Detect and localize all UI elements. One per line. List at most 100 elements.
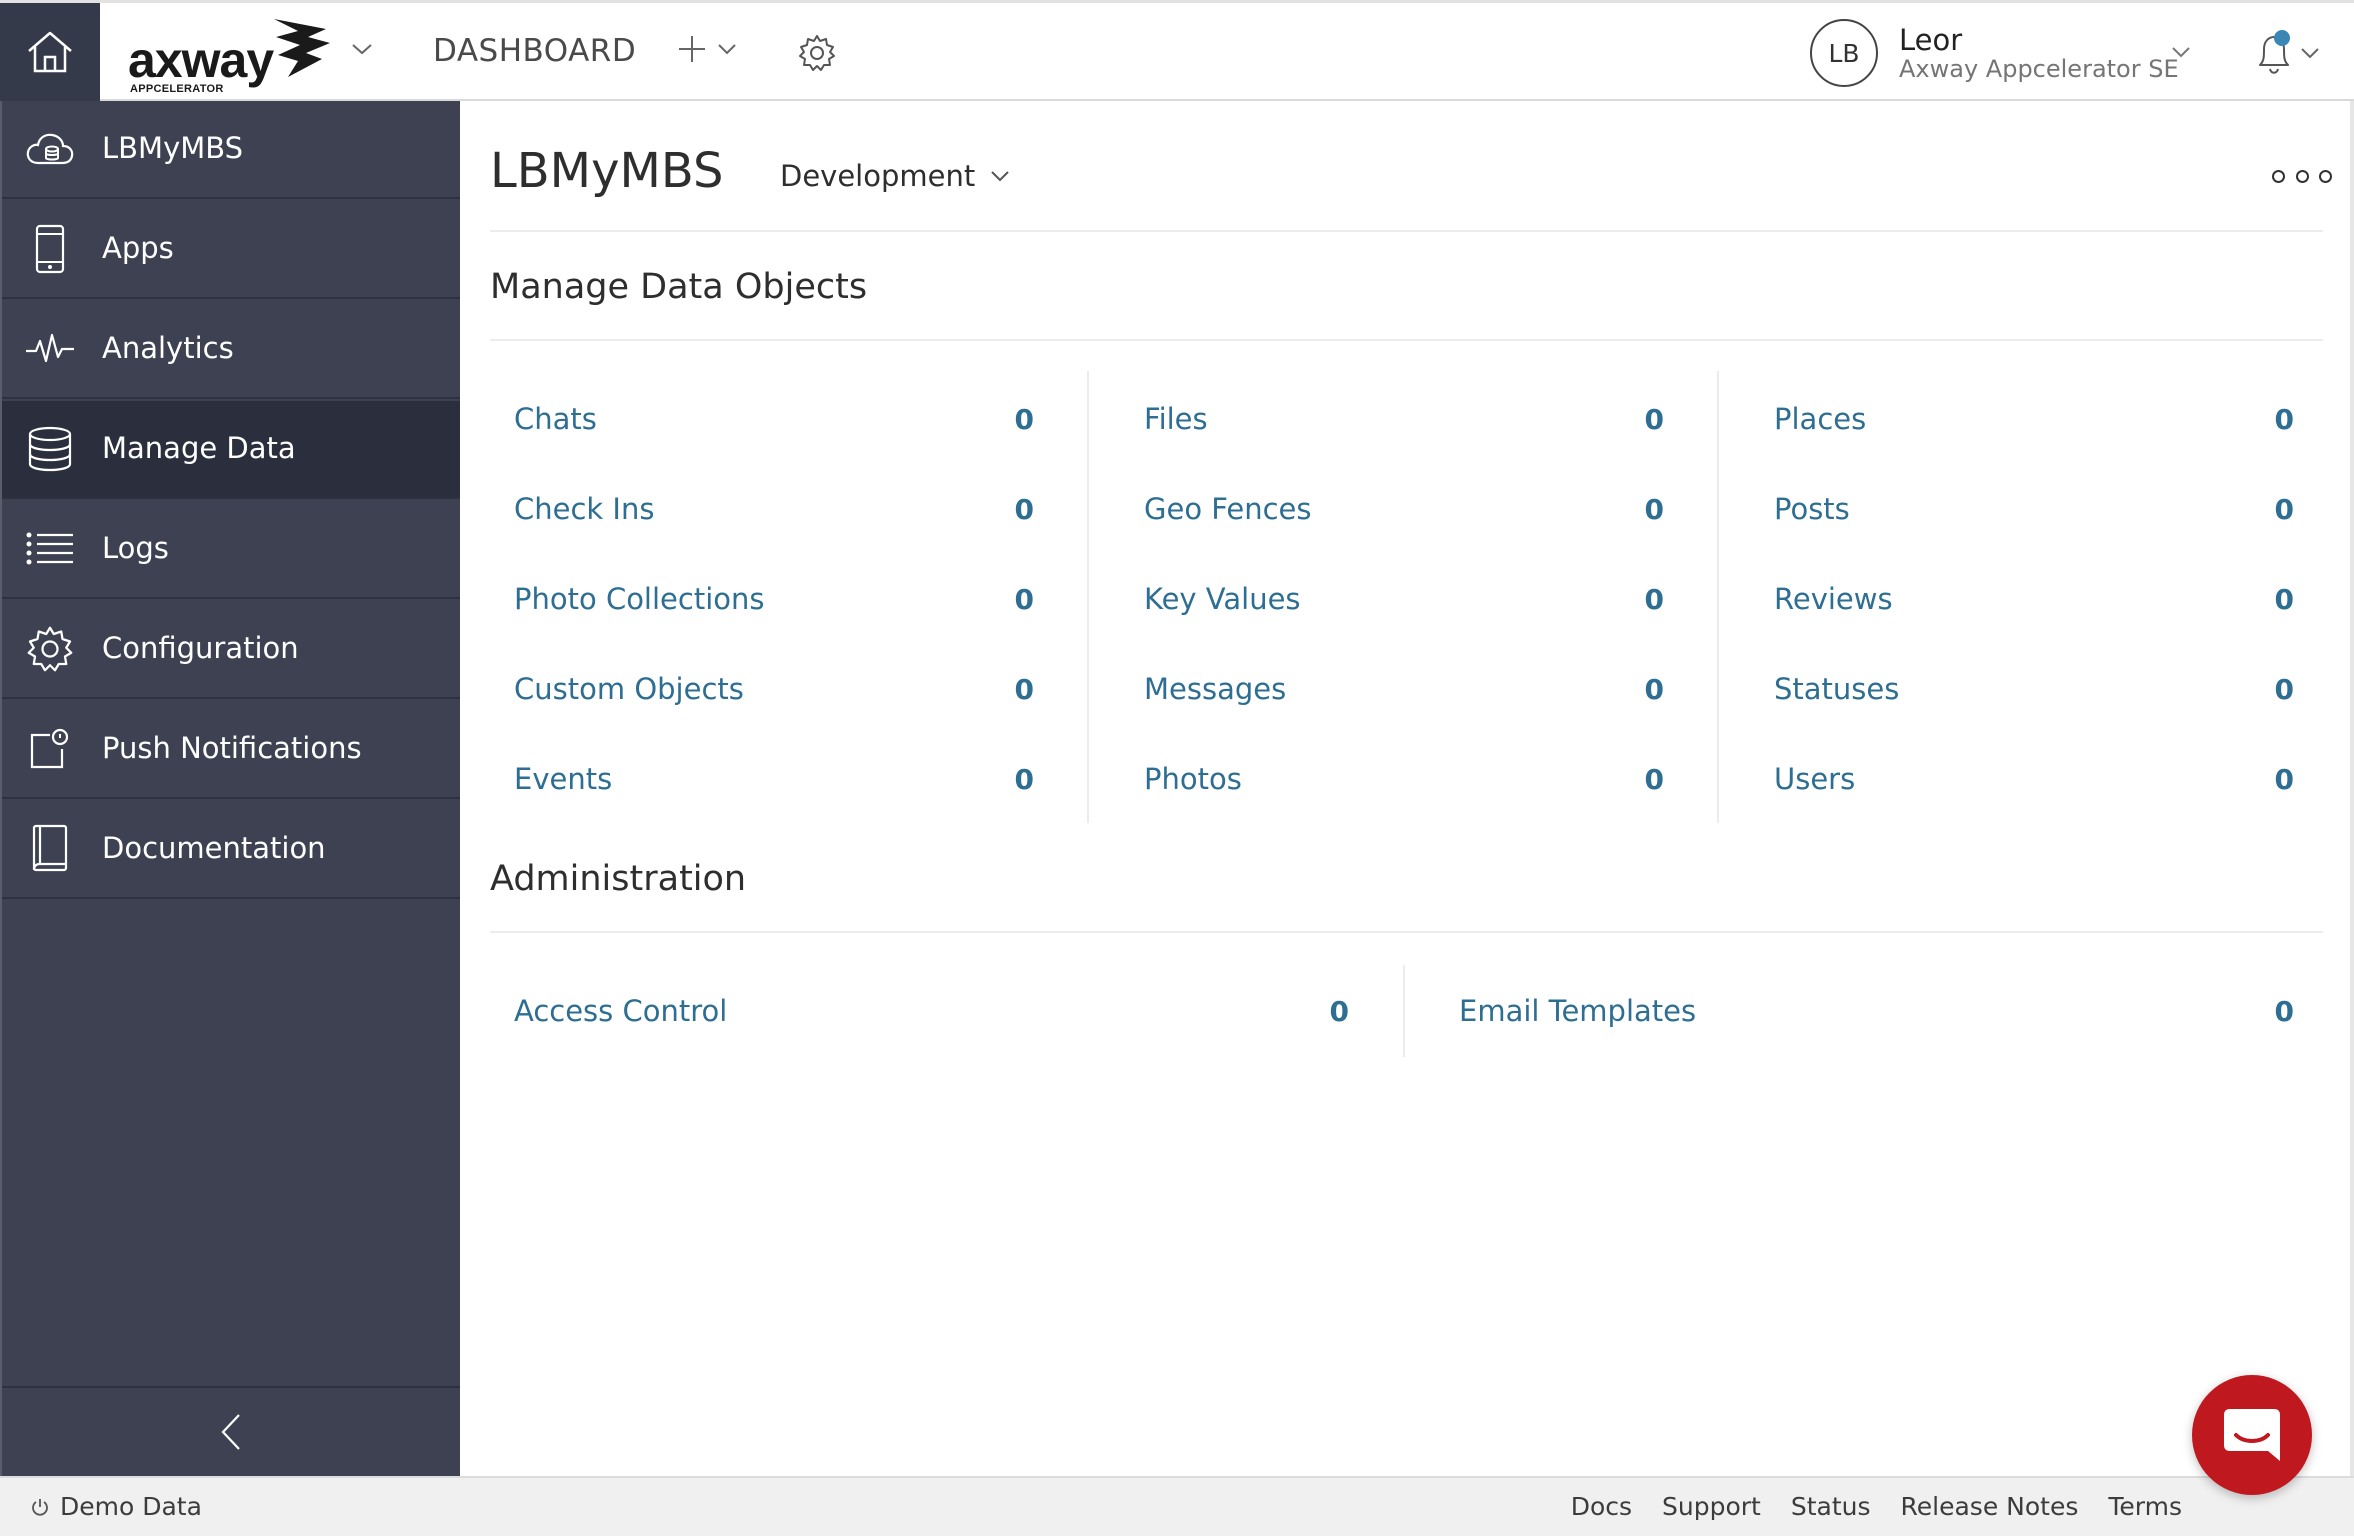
user-org: Axway Appcelerator SE [1899,55,2179,83]
sidebar-item-manage-data[interactable]: Manage Data [2,401,460,499]
scrollbar-track[interactable] [2350,101,2354,1476]
chevron-down-icon[interactable] [350,41,374,57]
data-object-count: 0 [2274,672,2294,706]
data-object-count: 0 [2274,582,2294,616]
administration-link[interactable]: Email Templates [1459,994,1696,1028]
sidebar-item-apps[interactable]: Apps [2,201,460,299]
sidebar-item-label: Analytics [102,331,234,365]
main-content: LBMyMBS Development Manage Data Objects … [460,101,2354,1476]
administration-link[interactable]: Access Control [514,994,727,1028]
home-icon [28,31,72,73]
sidebar-item-analytics[interactable]: Analytics [2,301,460,399]
data-object-link[interactable]: Reviews [1774,582,1893,616]
push-notification-icon [22,721,78,777]
footer: Demo Data Docs Support Status Release No… [0,1476,2354,1536]
data-object-row[interactable]: Photo Collections 0 [514,579,1034,619]
data-object-link[interactable]: Users [1774,762,1855,796]
data-object-row[interactable]: Events 0 [514,759,1034,799]
section-title-administration: Administration [490,859,747,899]
section-title-data-objects: Manage Data Objects [490,267,868,307]
data-object-row[interactable]: Places 0 [1774,399,2294,439]
logo-subtext: APPCELERATOR [130,83,224,95]
environment-value: Development [780,159,976,193]
data-object-link[interactable]: Chats [514,402,597,436]
data-object-count: 0 [2274,492,2294,526]
data-object-row[interactable]: Statuses 0 [1774,669,2294,709]
data-object-link[interactable]: Key Values [1144,582,1301,616]
administration-row[interactable]: Access Control 0 [514,991,1349,1031]
data-objects-column-1: Chats 0 Check Ins 0 Photo Collections 0 … [514,399,1034,819]
demo-data-toggle[interactable]: Demo Data [30,1492,202,1521]
axway-logo[interactable]: axway APPCELERATOR [128,13,348,97]
administration-row[interactable]: Email Templates 0 [1459,991,2294,1031]
administration-count: 0 [2274,994,2294,1028]
sidebar-item-label: Manage Data [102,431,296,465]
data-object-count: 0 [1644,672,1664,706]
environment-select[interactable]: Development [780,159,1011,193]
cloud-database-icon [22,121,78,177]
footer-link-release-notes[interactable]: Release Notes [1901,1492,2079,1521]
data-object-row[interactable]: Files 0 [1144,399,1664,439]
data-object-link[interactable]: Posts [1774,492,1850,526]
data-object-link[interactable]: Geo Fences [1144,492,1312,526]
sidebar-item-label: LBMyMBS [102,131,244,165]
bell-icon [2259,30,2319,74]
user-name: Leor [1899,23,1963,57]
column-divider [1087,371,1089,823]
gear-icon [799,35,835,71]
data-objects-column-2: Files 0 Geo Fences 0 Key Values 0 Messag… [1144,399,1664,819]
notifications-button[interactable] [2252,29,2326,79]
data-object-link[interactable]: Photo Collections [514,582,765,616]
data-object-row[interactable]: Reviews 0 [1774,579,2294,619]
data-object-row[interactable]: Chats 0 [514,399,1034,439]
data-object-row[interactable]: Custom Objects 0 [514,669,1034,709]
demo-data-label: Demo Data [60,1492,202,1521]
data-object-link[interactable]: Messages [1144,672,1286,706]
chevron-left-icon [221,1414,240,1450]
chat-button[interactable] [2192,1375,2312,1495]
sidebar-item-logs[interactable]: Logs [2,501,460,599]
data-object-row[interactable]: Key Values 0 [1144,579,1664,619]
data-object-row[interactable]: Geo Fences 0 [1144,489,1664,529]
user-menu[interactable]: LB Leor Axway Appcelerator SE [1810,17,2190,91]
administration-column-1: Access Control 0 [514,991,1349,1031]
data-object-link[interactable]: Check Ins [514,492,654,526]
sidebar-item-push-notifications[interactable]: Push Notifications [2,701,460,799]
settings-button[interactable] [797,33,837,77]
footer-link-docs[interactable]: Docs [1571,1492,1632,1521]
axway-logo-mark-icon [274,19,330,77]
sidebar-item-configuration[interactable]: Configuration [2,601,460,699]
data-object-row[interactable]: Check Ins 0 [514,489,1034,529]
data-object-row[interactable]: Posts 0 [1774,489,2294,529]
column-divider [1403,965,1405,1057]
footer-link-support[interactable]: Support [1662,1492,1761,1521]
data-object-link[interactable]: Places [1774,402,1866,436]
data-object-link[interactable]: Photos [1144,762,1242,796]
footer-link-status[interactable]: Status [1791,1492,1871,1521]
mobile-device-icon [22,221,78,277]
footer-link-terms[interactable]: Terms [2108,1492,2182,1521]
data-object-row[interactable]: Photos 0 [1144,759,1664,799]
sidebar-item-lbmymbs[interactable]: LBMyMBS [2,101,460,199]
data-object-link[interactable]: Custom Objects [514,672,744,706]
data-object-count: 0 [1644,492,1664,526]
collapse-sidebar-button[interactable] [2,1386,460,1476]
administration-column-2: Email Templates 0 [1459,991,2294,1031]
home-button[interactable] [0,3,100,101]
add-menu-button[interactable] [676,33,738,65]
more-options-button[interactable] [2272,161,2332,191]
data-objects-column-3: Places 0 Posts 0 Reviews 0 Statuses 0 Us… [1774,399,2294,819]
data-object-link[interactable]: Events [514,762,612,796]
divider [490,230,2323,232]
sidebar-item-documentation[interactable]: Documentation [2,801,460,899]
data-object-count: 0 [1644,402,1664,436]
book-icon [22,821,78,877]
data-object-count: 0 [1014,582,1034,616]
data-object-link[interactable]: Statuses [1774,672,1899,706]
sidebar: LBMyMBS Apps Analytics Manage Data Logs … [0,101,460,1476]
data-object-row[interactable]: Users 0 [1774,759,2294,799]
more-dot [2295,169,2309,183]
dashboard-link[interactable]: DASHBOARD [433,33,636,69]
data-object-row[interactable]: Messages 0 [1144,669,1664,709]
data-object-link[interactable]: Files [1144,402,1208,436]
